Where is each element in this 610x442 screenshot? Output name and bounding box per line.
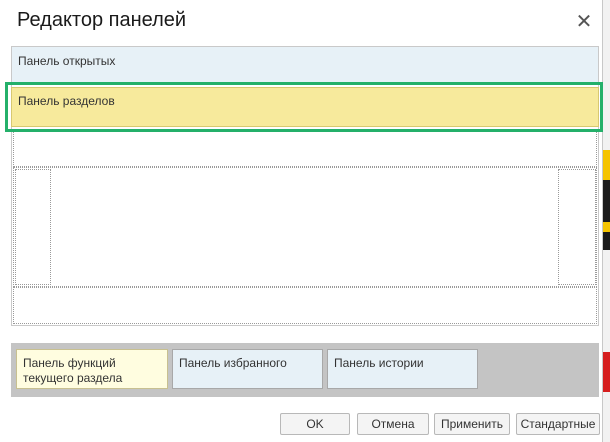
empty-bottom-panel-slot[interactable] — [13, 287, 597, 324]
empty-left-panel-slot[interactable] — [15, 169, 51, 285]
background-accent-yellow — [603, 222, 610, 232]
dialog-title: Редактор панелей — [17, 9, 187, 31]
work-area — [13, 167, 597, 287]
panel-history[interactable]: Панель истории — [327, 349, 478, 389]
empty-top-panel-slot[interactable] — [13, 131, 597, 167]
background-accent-red — [603, 352, 610, 392]
panel-favorites[interactable]: Панель избранного — [172, 349, 323, 389]
panel-sections-label: Панель разделов — [18, 94, 115, 108]
close-icon[interactable]: ✕ — [572, 10, 596, 34]
panel-sections[interactable]: Панель разделов — [11, 87, 599, 127]
background-accent-dark — [603, 232, 610, 250]
ok-button[interactable]: OK — [280, 413, 350, 435]
panel-current-section-functions[interactable]: Панель функций текущего раздела — [16, 349, 168, 389]
panel-open-tabs[interactable]: Панель открытых — [12, 47, 598, 83]
available-panels-area: Панель функций текущего раздела Панель и… — [11, 343, 599, 397]
background-accent-dark — [603, 180, 610, 222]
empty-right-panel-slot[interactable] — [558, 169, 596, 285]
standard-button[interactable]: Стандартные — [516, 413, 600, 435]
apply-button[interactable]: Применить — [434, 413, 510, 435]
panel-open-tabs-label: Панель открытых — [18, 54, 116, 68]
background-accent-yellow — [603, 150, 610, 180]
cancel-button[interactable]: Отмена — [357, 413, 429, 435]
panel-editor-dialog: Редактор панелей ✕ Панель открытых Панел… — [0, 0, 603, 442]
